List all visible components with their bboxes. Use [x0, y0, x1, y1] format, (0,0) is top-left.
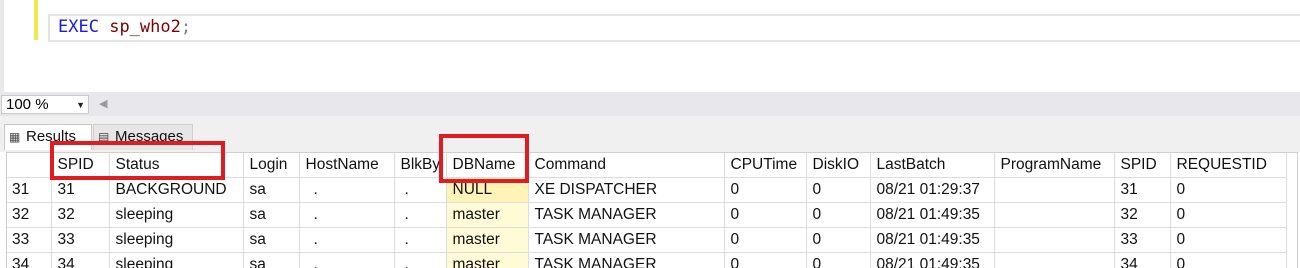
column-header-command[interactable]: Command: [528, 153, 725, 178]
table-row[interactable]: 33 33 sleeping sa . . master TASK MANAGE…: [7, 227, 1287, 253]
cell-dbname[interactable]: master: [446, 252, 529, 268]
cell-spid[interactable]: 33: [51, 227, 110, 253]
row-number[interactable]: 33: [7, 227, 52, 253]
cell-requestid[interactable]: 0: [1170, 177, 1287, 203]
results-grid[interactable]: SPID Status Login HostName BlkBy DBName …: [6, 152, 1298, 268]
code-procedure-name: sp_who2: [109, 17, 181, 37]
editor-status-bar: [0, 92, 1300, 116]
cell-cputime[interactable]: 0: [724, 202, 807, 228]
cell-command[interactable]: TASK MANAGER: [528, 202, 725, 228]
cell-hostname[interactable]: .: [299, 202, 395, 228]
column-header-spid[interactable]: SPID: [51, 153, 110, 178]
cell-spid-2[interactable]: 34: [1114, 252, 1171, 268]
cell-command[interactable]: XE DISPATCHER: [528, 177, 725, 203]
cell-spid[interactable]: 32: [51, 202, 110, 228]
editor-gutter: [0, 0, 4, 92]
tab-messages-label: Messages: [115, 128, 184, 145]
tab-results-label: Results: [26, 128, 77, 145]
cell-requestid[interactable]: 0: [1170, 252, 1287, 268]
cell-login[interactable]: sa: [243, 177, 300, 203]
cell-spid-2[interactable]: 32: [1114, 202, 1171, 228]
cell-programname[interactable]: [994, 177, 1115, 203]
column-header-dbname[interactable]: DBName: [446, 153, 529, 178]
cell-spid-2[interactable]: 31: [1114, 177, 1171, 203]
row-number[interactable]: 32: [7, 202, 52, 228]
column-header-diskio[interactable]: DiskIO: [806, 153, 871, 178]
scroll-left-icon[interactable]: ◀: [99, 97, 107, 110]
cell-spid[interactable]: 34: [51, 252, 110, 268]
cell-login[interactable]: sa: [243, 202, 300, 228]
tab-results[interactable]: ▦ Results: [4, 124, 92, 150]
column-header-lastbatch[interactable]: LastBatch: [870, 153, 995, 178]
current-line-highlight: [48, 14, 1300, 42]
column-header-programname[interactable]: ProgramName: [994, 153, 1115, 178]
tab-messages[interactable]: ▤ Messages: [93, 124, 193, 150]
code-semicolon: ;: [180, 17, 192, 37]
table-row[interactable]: 34 34 sleeping sa . . master TASK MANAGE…: [7, 252, 1287, 268]
cell-hostname[interactable]: .: [299, 177, 395, 203]
cell-status[interactable]: sleeping: [109, 252, 244, 268]
change-indicator-bar: [34, 0, 38, 40]
cell-command[interactable]: TASK MANAGER: [528, 227, 725, 253]
column-header-status[interactable]: Status: [109, 153, 244, 178]
chevron-down-icon[interactable]: ▼: [76, 97, 85, 114]
cell-status[interactable]: sleeping: [109, 202, 244, 228]
code-keyword: EXEC: [58, 17, 99, 37]
column-header-blkby[interactable]: BlkBy: [394, 153, 447, 178]
cell-status[interactable]: BACKGROUND: [109, 177, 244, 203]
cell-login[interactable]: sa: [243, 227, 300, 253]
cell-cputime[interactable]: 0: [724, 252, 807, 268]
cell-programname[interactable]: [994, 202, 1115, 228]
cell-diskio[interactable]: 0: [806, 177, 871, 203]
results-tab-bar: [0, 116, 1300, 152]
cell-hostname[interactable]: .: [299, 252, 395, 268]
results-table: SPID Status Login HostName BlkBy DBName …: [7, 153, 1287, 268]
cell-status[interactable]: sleeping: [109, 227, 244, 253]
column-header-rownum[interactable]: [7, 153, 52, 178]
row-number[interactable]: 31: [7, 177, 52, 203]
cell-hostname[interactable]: .: [299, 227, 395, 253]
table-row[interactable]: 32 32 sleeping sa . . master TASK MANAGE…: [7, 202, 1287, 228]
cell-lastbatch[interactable]: 08/21 01:49:35: [870, 227, 995, 253]
cell-dbname[interactable]: master: [446, 202, 529, 228]
cell-blkby[interactable]: .: [394, 252, 447, 268]
zoom-dropdown[interactable]: 100 % ▼: [1, 95, 89, 114]
cell-cputime[interactable]: 0: [724, 177, 807, 203]
table-row[interactable]: 31 31 BACKGROUND sa . . NULL XE DISPATCH…: [7, 177, 1287, 203]
cell-diskio[interactable]: 0: [806, 202, 871, 228]
cell-spid-2[interactable]: 33: [1114, 227, 1171, 253]
cell-lastbatch[interactable]: 08/21 01:49:35: [870, 252, 995, 268]
cell-command[interactable]: TASK MANAGER: [528, 252, 725, 268]
cell-programname[interactable]: [994, 252, 1115, 268]
cell-blkby[interactable]: .: [394, 227, 447, 253]
cell-diskio[interactable]: 0: [806, 252, 871, 268]
cell-lastbatch[interactable]: 08/21 01:49:35: [870, 202, 995, 228]
cell-diskio[interactable]: 0: [806, 227, 871, 253]
column-header-hostname[interactable]: HostName: [299, 153, 395, 178]
cell-dbname[interactable]: master: [446, 227, 529, 253]
column-header-cputime[interactable]: CPUTime: [724, 153, 807, 178]
cell-requestid[interactable]: 0: [1170, 202, 1287, 228]
grid-icon: ▦: [9, 130, 21, 144]
header-row: SPID Status Login HostName BlkBy DBName …: [7, 153, 1287, 178]
column-header-spid-2[interactable]: SPID: [1114, 153, 1171, 178]
messages-icon: ▤: [98, 130, 110, 144]
zoom-value: 100 %: [6, 96, 49, 113]
column-header-login[interactable]: Login: [243, 153, 300, 178]
cell-dbname[interactable]: NULL: [446, 177, 529, 203]
cell-login[interactable]: sa: [243, 252, 300, 268]
cell-spid[interactable]: 31: [51, 177, 110, 203]
cell-cputime[interactable]: 0: [724, 227, 807, 253]
row-number[interactable]: 34: [7, 252, 52, 268]
code-line[interactable]: EXEC sp_who2;: [58, 17, 191, 37]
cell-blkby[interactable]: .: [394, 202, 447, 228]
query-editor[interactable]: EXEC sp_who2;: [0, 0, 1300, 92]
cell-lastbatch[interactable]: 08/21 01:29:37: [870, 177, 995, 203]
cell-blkby[interactable]: .: [394, 177, 447, 203]
cell-requestid[interactable]: 0: [1170, 227, 1287, 253]
column-header-requestid[interactable]: REQUESTID: [1170, 153, 1287, 178]
cell-programname[interactable]: [994, 227, 1115, 253]
